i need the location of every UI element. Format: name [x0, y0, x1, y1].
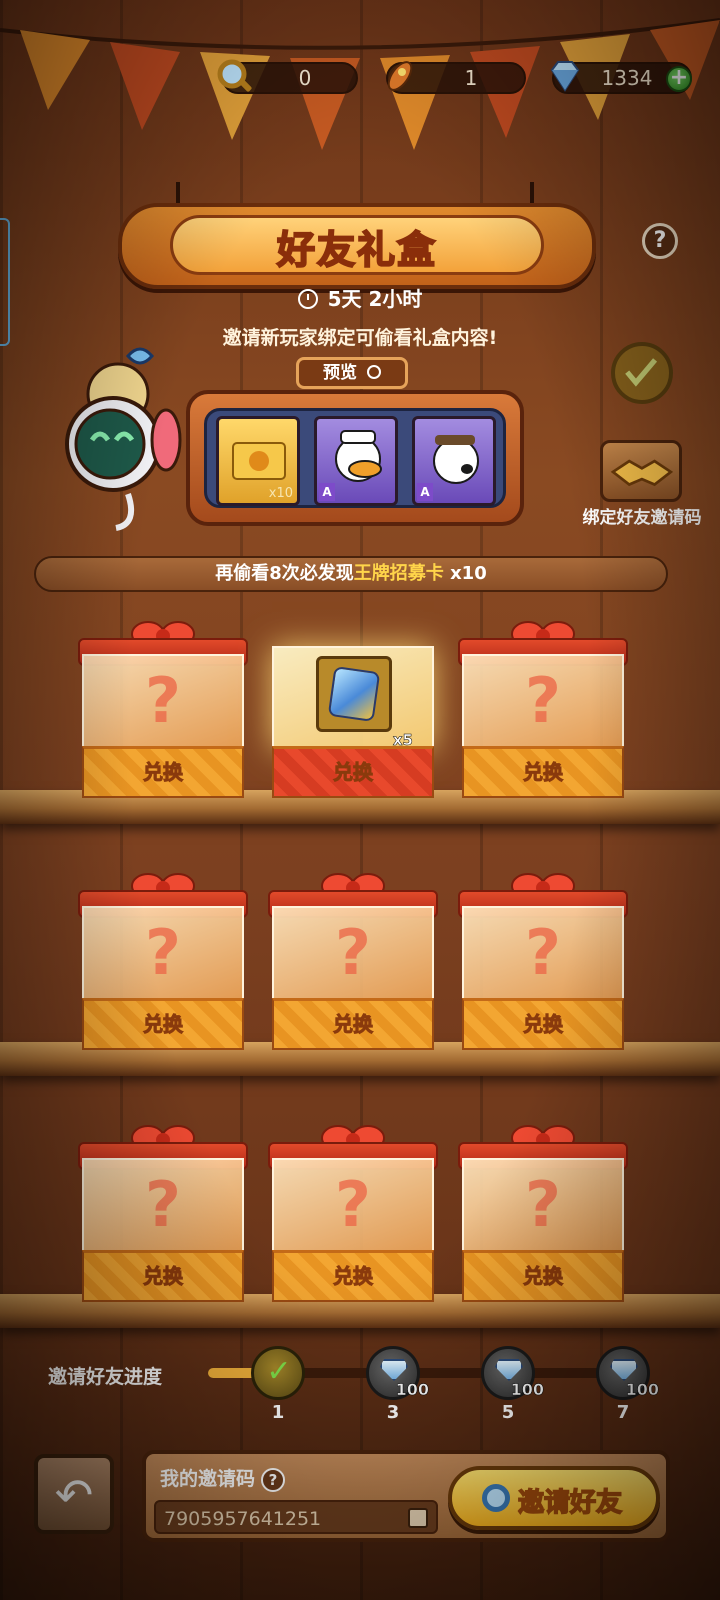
- rocket-icon: [387, 61, 413, 91]
- diamond-currency: 1334 +: [550, 61, 692, 94]
- gift-box[interactable]: ? 兑换: [78, 1122, 248, 1302]
- gift-box[interactable]: ? 兑换: [78, 618, 248, 798]
- event-timer: 5天 2小时: [0, 283, 720, 312]
- invite-code-title-row: 我的邀请码?: [160, 1464, 286, 1492]
- gift-box[interactable]: ? 兑换: [268, 870, 438, 1050]
- check-icon: ✓: [266, 1354, 292, 1389]
- guarantee-banner: 再偷看8次必发现王牌招募卡 x10: [34, 556, 668, 592]
- invite-code-field: 7905957641251: [154, 1500, 438, 1534]
- bind-friend-code-button[interactable]: [600, 440, 682, 502]
- grade-badge: A: [319, 483, 335, 501]
- question-mark-icon: ?: [335, 916, 371, 989]
- preview-slot-recruit-card[interactable]: x10: [216, 416, 300, 506]
- milestone-reward[interactable]: 100: [481, 1346, 544, 1400]
- invite-friends-button[interactable]: 邀请好友: [448, 1466, 660, 1530]
- exchange-label[interactable]: 兑换: [462, 756, 624, 785]
- milestone-step-number: 1: [271, 1402, 285, 1423]
- question-mark-icon: ?: [525, 916, 561, 989]
- back-arrow-icon: ↶: [54, 1468, 94, 1522]
- preview-qty: x10: [268, 486, 293, 501]
- exchange-label[interactable]: 兑换: [272, 1260, 434, 1289]
- banner-highlight: 王牌招募卡: [353, 563, 444, 584]
- diamond-icon: [610, 1359, 638, 1381]
- preview-machine: x10 A A: [186, 390, 524, 526]
- seal-check-icon: [611, 342, 673, 404]
- title-plaque: 好友礼盒: [118, 203, 596, 289]
- rocket-count: 1: [464, 66, 478, 90]
- timer-text: 5天 2小时: [327, 287, 423, 311]
- gift-box[interactable]: ? 兑换: [78, 870, 248, 1050]
- preview-label: 预览: [323, 363, 358, 383]
- magnifier-icon: [217, 59, 252, 92]
- exchange-label[interactable]: 兑换: [272, 1008, 434, 1037]
- invite-friends-label: 邀请好友: [517, 1487, 623, 1519]
- diamond-icon: [380, 1359, 408, 1381]
- question-mark-icon: ?: [335, 1168, 371, 1241]
- invite-code-help-button[interactable]: ?: [261, 1468, 286, 1492]
- bind-friend-code-label[interactable]: 绑定好友邀请码: [582, 508, 702, 528]
- milestone-reward-amount: 100: [395, 1380, 429, 1400]
- diamond-count: 1334: [601, 66, 653, 90]
- preview-slot-duck-character[interactable]: A: [314, 416, 398, 506]
- magnifier-count: 0: [298, 66, 312, 90]
- preview-tag[interactable]: 预览: [296, 357, 408, 389]
- milestone-step-number: 5: [501, 1402, 515, 1423]
- rocket-currency: 1: [386, 61, 526, 94]
- page-title: 好友礼盒: [276, 227, 437, 273]
- invite-code-panel: 我的邀请码? 7905957641251 邀请好友: [142, 1450, 670, 1542]
- exchange-label[interactable]: 兑换: [272, 756, 434, 785]
- gift-box[interactable]: ? 兑换: [458, 618, 628, 798]
- gift-box[interactable]: ? 兑换: [458, 870, 628, 1050]
- milestone-reward[interactable]: 100: [366, 1346, 429, 1400]
- question-mark-icon: ?: [525, 664, 561, 737]
- invite-code-title: 我的邀请码: [160, 1468, 256, 1490]
- exchange-label[interactable]: 兑换: [82, 756, 244, 785]
- milestone-reward[interactable]: 100: [596, 1346, 659, 1400]
- diamond-icon: [495, 1359, 523, 1381]
- banner-suffix: x10: [443, 563, 487, 584]
- exchange-label[interactable]: 兑换: [82, 1260, 244, 1289]
- diamond-icon: [550, 61, 580, 92]
- exchange-label[interactable]: 兑换: [462, 1260, 624, 1289]
- handshake-icon: [610, 459, 674, 487]
- milestone-reward-amount: 100: [625, 1380, 659, 1400]
- milestone-step-number: 7: [616, 1402, 630, 1423]
- question-mark-icon: ?: [525, 1168, 561, 1241]
- gift-box-opened[interactable]: x5 兑换: [272, 618, 434, 798]
- robot-mascot: [65, 347, 182, 531]
- clock-icon: [297, 289, 318, 309]
- invite-code-value: 7905957641251: [164, 1508, 322, 1530]
- milestone-reward-amount: 100: [510, 1380, 544, 1400]
- preview-slot-dog-character[interactable]: A: [412, 416, 496, 506]
- magnifier-currency: 0: [217, 59, 358, 94]
- gift-box[interactable]: ? 兑换: [458, 1122, 628, 1302]
- question-mark-icon: ?: [145, 1168, 181, 1241]
- question-mark-icon: ?: [145, 916, 181, 989]
- help-button[interactable]: ?: [642, 223, 678, 259]
- reward-item: x5: [316, 656, 413, 749]
- invite-progress-label: 邀请好友进度: [48, 1366, 163, 1388]
- recruit-card-icon: [232, 442, 286, 480]
- copy-icon[interactable]: [408, 1508, 428, 1528]
- grade-badge: A: [417, 483, 433, 501]
- milestone-claimed[interactable]: ✓: [251, 1346, 305, 1400]
- exchange-label[interactable]: 兑换: [82, 1008, 244, 1037]
- question-mark-icon: ?: [145, 664, 181, 737]
- milestone-step-number: 3: [386, 1402, 400, 1423]
- exchange-label[interactable]: 兑换: [462, 1008, 624, 1037]
- search-icon: [366, 365, 381, 379]
- cube-gem-icon: [327, 666, 381, 722]
- search-icon: [482, 1484, 510, 1512]
- gift-box[interactable]: ? 兑换: [268, 1122, 438, 1302]
- back-button[interactable]: ↶: [34, 1454, 114, 1534]
- add-diamond-button[interactable]: +: [666, 66, 692, 92]
- banner-prefix: 再偷看8次必发现: [215, 563, 354, 584]
